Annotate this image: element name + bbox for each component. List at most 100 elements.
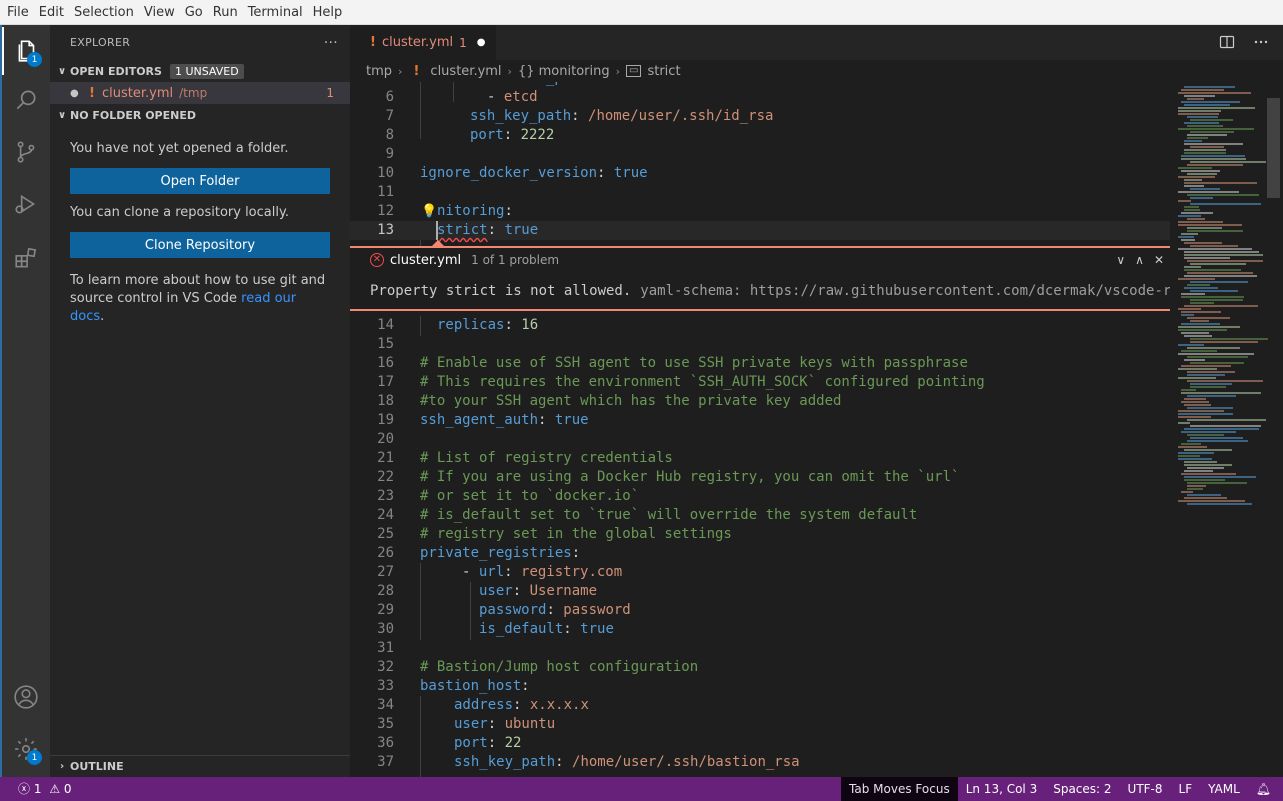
minimap-line [1178, 107, 1255, 109]
minimap-line [1190, 203, 1261, 205]
yaml-file-icon: ! [413, 63, 420, 79]
minimap-line [1187, 347, 1240, 349]
minimap-line [1184, 287, 1218, 289]
minimap-line [1187, 482, 1247, 484]
learn-more-text: To learn more about how to use git and s… [50, 272, 350, 326]
minimap-slider[interactable] [1267, 98, 1280, 198]
bell-icon[interactable]: 🔔︎ [1248, 777, 1283, 801]
minimap-line [1184, 140, 1202, 142]
more-actions-icon[interactable] [1253, 34, 1269, 50]
minimap-line [1184, 122, 1219, 124]
breadcrumb-key[interactable]: strict [647, 64, 680, 79]
minimap-line [1178, 221, 1223, 223]
menu-selection[interactable]: Selection [69, 0, 139, 25]
code-line: 12 💡 nitoring: [377, 202, 513, 221]
menu-file[interactable]: File [2, 0, 34, 25]
explorer-activity[interactable]: 1 [2, 27, 50, 75]
code-line: 37 ssh_key_path: /home/user/.ssh/bastion_… [377, 754, 800, 770]
minimap-line [1178, 278, 1215, 280]
minimap-line [1178, 455, 1200, 457]
minimap[interactable] [1170, 82, 1283, 777]
open-editors-section[interactable]: ∨ OPEN EDITORS 1 UNSAVED [50, 60, 350, 82]
outline-section[interactable]: › OUTLINE [50, 755, 350, 777]
minimap-line [1184, 179, 1202, 181]
manage-activity[interactable]: 1 [2, 725, 50, 773]
minimap-line [1184, 182, 1257, 184]
minimap-line [1178, 224, 1242, 226]
previous-problem-icon[interactable]: ∧ [1135, 253, 1144, 267]
open-folder-button[interactable]: Open Folder [70, 168, 330, 194]
minimap-line [1178, 353, 1254, 355]
close-icon[interactable]: ✕ [1154, 253, 1164, 267]
menu-terminal[interactable]: Terminal [243, 0, 308, 25]
indentation[interactable]: Spaces: 2 [1045, 777, 1119, 801]
clone-repository-button[interactable]: Clone Repository [70, 232, 330, 258]
tab-moves-focus[interactable]: Tab Moves Focus [841, 777, 958, 801]
minimap-line [1181, 296, 1244, 298]
unsaved-dot-icon[interactable]: ● [70, 88, 84, 99]
run-debug-activity[interactable] [2, 180, 50, 228]
minimap-line [1187, 434, 1224, 436]
chevron-down-icon: ∨ [57, 65, 67, 77]
code-line: 30 is_default: true [377, 621, 614, 637]
minimap-line [1181, 365, 1231, 367]
no-folder-section[interactable]: ∨ NO FOLDER OPENED [50, 104, 350, 126]
minimap-line [1187, 227, 1222, 229]
minimap-line [1178, 215, 1201, 217]
code-line: 34 address: x.x.x.x [377, 697, 589, 713]
cursor-position[interactable]: Ln 13, Col 3 [958, 777, 1046, 801]
minimap-line [1181, 101, 1240, 103]
end-of-line[interactable]: LF [1171, 777, 1201, 801]
split-editor-icon[interactable] [1219, 34, 1235, 50]
minimap-line [1190, 245, 1238, 247]
minimap-line [1187, 134, 1227, 136]
status-bar-right: Tab Moves Focus Ln 13, Col 3 Spaces: 2 U… [841, 777, 1283, 801]
search-activity[interactable] [2, 76, 50, 124]
minimap-line [1178, 200, 1191, 202]
breadcrumb-file[interactable]: cluster.yml [430, 64, 501, 79]
more-actions-icon[interactable]: ··· [324, 35, 338, 51]
error-count: 1 [33, 782, 42, 796]
minimap-line [1184, 398, 1206, 400]
accounts-activity[interactable] [2, 673, 50, 721]
extensions-activity[interactable] [2, 234, 50, 282]
minimap-line [1187, 218, 1205, 220]
menu-run[interactable]: Run [208, 0, 243, 25]
code-editor[interactable]: control_plane 6- etcd 7ssh_key_path: /ho… [350, 82, 1170, 777]
search-icon [16, 90, 36, 110]
problems-indicator[interactable]: ⓧ 1 ⚠ 0 [0, 777, 80, 801]
problem-source[interactable]: yaml-schema: https://raw.githubuserconte… [640, 283, 1170, 299]
minimap-line [1178, 329, 1227, 331]
minimap-line [1178, 446, 1207, 448]
minimap-line [1190, 281, 1248, 283]
unsaved-dot-icon[interactable]: ● [477, 37, 486, 48]
encoding[interactable]: UTF-8 [1120, 777, 1171, 801]
yaml-file-icon: ! [89, 85, 95, 101]
yaml-file-icon: ! [370, 35, 376, 50]
menu-help[interactable]: Help [308, 0, 348, 25]
menu-go[interactable]: Go [180, 0, 208, 25]
minimap-line [1187, 317, 1230, 319]
minimap-line [1184, 461, 1217, 463]
menu-view[interactable]: View [139, 0, 180, 25]
code-line: 21 # List of registry credentials [377, 450, 673, 466]
language-mode[interactable]: YAML [1200, 777, 1248, 801]
minimap-line [1187, 395, 1236, 397]
minimap-line [1184, 185, 1204, 187]
tab-cluster-yml[interactable]: ! cluster.yml 1 ● [350, 25, 496, 60]
breadcrumb-folder[interactable]: tmp [366, 64, 392, 79]
source-control-activity[interactable] [2, 128, 50, 176]
activity-bar: 1 1 [0, 25, 50, 777]
minimap-line [1187, 407, 1233, 409]
minimap-line [1187, 272, 1253, 274]
minimap-line [1187, 260, 1263, 262]
breadcrumb-section[interactable]: {} monitoring [518, 64, 610, 79]
next-problem-icon[interactable]: ∨ [1116, 253, 1125, 267]
menu-edit[interactable]: Edit [34, 0, 69, 25]
code-line: 15 [377, 336, 394, 352]
code-line: 36 port: 22 [377, 735, 522, 751]
minimap-line [1184, 470, 1213, 472]
lightbulb-icon[interactable]: 💡 [421, 202, 437, 221]
chevron-right-icon: › [398, 64, 403, 78]
open-editor-item[interactable]: ● ! cluster.yml /tmp 1 [50, 82, 350, 104]
